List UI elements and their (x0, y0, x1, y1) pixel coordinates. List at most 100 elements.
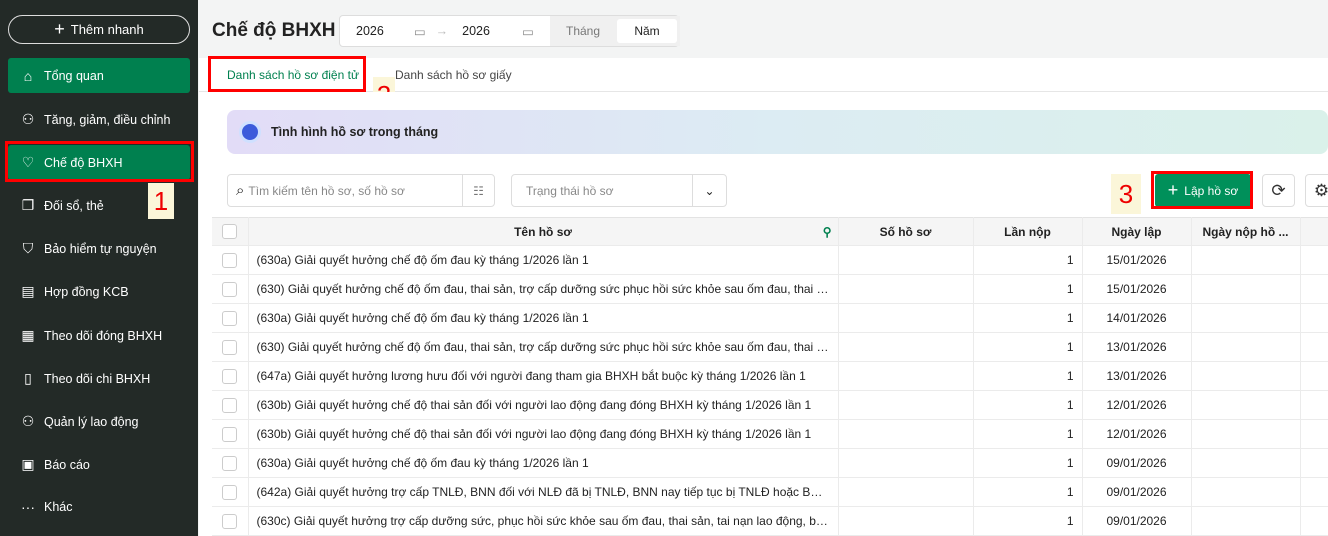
col-submit-count[interactable]: Lần nộp (973, 217, 1083, 246)
create-record-button[interactable]: + Lập hồ sơ (1155, 174, 1251, 207)
record-name[interactable]: (630c) Giải quyết hưởng trợ cấp dưỡng sứ… (248, 506, 839, 536)
home-icon: ⌂ (23, 67, 33, 84)
record-name[interactable]: (630b) Giải quyết hưởng chế độ thai sản … (248, 419, 839, 449)
settings-button[interactable]: ⚙ (1305, 174, 1328, 207)
sidebar-item-5[interactable]: ▤ Hợp đồng KCB (8, 274, 190, 309)
checkbox[interactable] (222, 281, 238, 297)
pin-icon[interactable]: ⚲ (823, 225, 832, 239)
row-select[interactable] (212, 448, 249, 478)
col-submit-date[interactable]: Ngày nộp hồ ... (1191, 217, 1301, 246)
checkbox[interactable] (222, 368, 238, 384)
row-select[interactable] (212, 245, 249, 275)
select-all[interactable] (212, 217, 249, 246)
table-row[interactable]: (630a) Giải quyết hưởng chế độ ốm đau kỳ… (212, 303, 1328, 333)
mode-month[interactable]: Tháng (553, 19, 613, 43)
table-row[interactable]: (630b) Giải quyết hưởng chế độ thai sản … (212, 419, 1328, 449)
row-select[interactable] (212, 332, 249, 362)
checkbox[interactable] (222, 484, 238, 500)
sidebar-item-1[interactable]: ⚇ Tăng, giảm, điều chỉnh (8, 102, 190, 137)
row-select[interactable] (212, 419, 249, 449)
record-name[interactable]: (630) Giải quyết hưởng chế độ ốm đau, th… (248, 274, 839, 304)
table-row[interactable]: (647a) Giải quyết hưởng lương hưu đối vớ… (212, 361, 1328, 391)
record-name[interactable]: (630b) Giải quyết hưởng chế độ thai sản … (248, 390, 839, 420)
plus-icon: + (1167, 180, 1179, 200)
shield-icon: ⛉ (22, 240, 34, 256)
sidebar-item-10[interactable]: ··· Khác (8, 489, 190, 524)
refresh-icon: ⟳ (1271, 180, 1286, 200)
row-select[interactable] (212, 390, 249, 420)
row-select[interactable] (212, 506, 249, 536)
record-name[interactable]: (630a) Giải quyết hưởng chế độ ốm đau kỳ… (248, 303, 839, 333)
tab-electronic[interactable]: Danh sách hồ sơ điện tử (199, 68, 377, 82)
calendar-icon: ▭ (521, 24, 534, 39)
col-name[interactable]: Tên hồ sơ ⚲ (248, 217, 839, 246)
extra-cell (1300, 332, 1328, 362)
created-date: 09/01/2026 (1082, 448, 1192, 478)
record-number (838, 477, 974, 507)
created-date: 15/01/2026 (1082, 274, 1192, 304)
submit-count: 1 (973, 245, 1083, 275)
users-icon: ⚇ (21, 413, 35, 429)
from-year[interactable]: 2026 (356, 24, 384, 38)
user-arrow-icon: ⚇ (21, 111, 35, 127)
created-date: 15/01/2026 (1082, 245, 1192, 275)
checkbox[interactable] (222, 224, 238, 240)
search-input[interactable]: ⌕ Tìm kiếm tên hồ sơ, số hồ sơ ☷ (227, 174, 495, 207)
table-row[interactable]: (630a) Giải quyết hưởng chế độ ốm đau kỳ… (212, 245, 1328, 275)
filter-settings-icon[interactable]: ☷ (462, 175, 494, 206)
submit-count: 1 (973, 448, 1083, 478)
sidebar-item-0[interactable]: ⌂ Tổng quan (8, 58, 190, 93)
table-row[interactable]: (630a) Giải quyết hưởng chế độ ốm đau kỳ… (212, 448, 1328, 478)
sidebar-item-6[interactable]: ▦ Theo dõi đóng BHXH (8, 318, 190, 353)
record-name[interactable]: (630a) Giải quyết hưởng chế độ ốm đau kỳ… (248, 448, 839, 478)
status-select[interactable]: Trạng thái hồ sơ ⌄ (511, 174, 727, 207)
checkbox[interactable] (222, 426, 238, 442)
plus-icon: + (54, 19, 65, 39)
tab-paper[interactable]: Danh sách hồ sơ giấy (377, 68, 530, 82)
submit-count: 1 (973, 274, 1083, 304)
created-date: 09/01/2026 (1082, 477, 1192, 507)
sidebar-item-8[interactable]: ⚇ Quản lý lao động (8, 404, 190, 439)
submit-count: 1 (973, 506, 1083, 536)
row-select[interactable] (212, 303, 249, 333)
monthly-status-banner[interactable]: Tình hình hồ sơ trong tháng (227, 110, 1328, 154)
quick-add-button[interactable]: + Thêm nhanh (8, 15, 190, 44)
extra-cell (1300, 361, 1328, 391)
row-select[interactable] (212, 274, 249, 304)
record-number (838, 419, 974, 449)
table-row[interactable]: (642a) Giải quyết hưởng trợ cấp TNLĐ, BN… (212, 477, 1328, 507)
checkbox[interactable] (222, 397, 238, 413)
record-name[interactable]: (642a) Giải quyết hưởng trợ cấp TNLĐ, BN… (248, 477, 839, 507)
record-name[interactable]: (647a) Giải quyết hưởng lương hưu đối vớ… (248, 361, 839, 391)
sidebar-item-2[interactable]: ♡ Chế độ BHXH (8, 145, 190, 180)
sidebar-item-4[interactable]: ⛉ Bảo hiểm tự nguyện (8, 231, 190, 266)
col-created-date[interactable]: Ngày lập (1082, 217, 1192, 246)
checkbox[interactable] (222, 455, 238, 471)
submit-date (1191, 332, 1301, 362)
to-year[interactable]: 2026 (462, 24, 490, 38)
table-row[interactable]: (630b) Giải quyết hưởng chế độ thai sản … (212, 390, 1328, 420)
table-row[interactable]: (630) Giải quyết hưởng chế độ ốm đau, th… (212, 332, 1328, 362)
calendar-icon: ▦ (21, 327, 35, 343)
record-name[interactable]: (630a) Giải quyết hưởng chế độ ốm đau kỳ… (248, 245, 839, 275)
checkbox[interactable] (222, 339, 238, 355)
submit-date (1191, 477, 1301, 507)
row-select[interactable] (212, 361, 249, 391)
checkbox[interactable] (222, 252, 238, 268)
sidebar-item-9[interactable]: ▣ Báo cáo (8, 447, 190, 482)
submit-date (1191, 274, 1301, 304)
record-name[interactable]: (630) Giải quyết hưởng chế độ ốm đau, th… (248, 332, 839, 362)
record-number (838, 448, 974, 478)
checkbox[interactable] (222, 513, 238, 529)
row-select[interactable] (212, 477, 249, 507)
mode-year[interactable]: Năm (617, 19, 677, 43)
date-range-picker[interactable]: 2026 ▭ → 2026 ▭ Tháng Năm (339, 15, 680, 47)
checkbox[interactable] (222, 310, 238, 326)
refresh-button[interactable]: ⟳ (1262, 174, 1295, 207)
col-number[interactable]: Số hồ sơ (838, 217, 974, 246)
table-row[interactable]: (630) Giải quyết hưởng chế độ ốm đau, th… (212, 274, 1328, 304)
sidebar-item-7[interactable]: ▯ Theo dõi chi BHXH (8, 361, 190, 396)
table-row[interactable]: (630c) Giải quyết hưởng trợ cấp dưỡng sứ… (212, 506, 1328, 536)
copy-icon: ❐ (21, 197, 35, 213)
records-table: Tên hồ sơ ⚲ Số hồ sơ Lần nộp Ngày lập Ngà… (212, 217, 1328, 536)
